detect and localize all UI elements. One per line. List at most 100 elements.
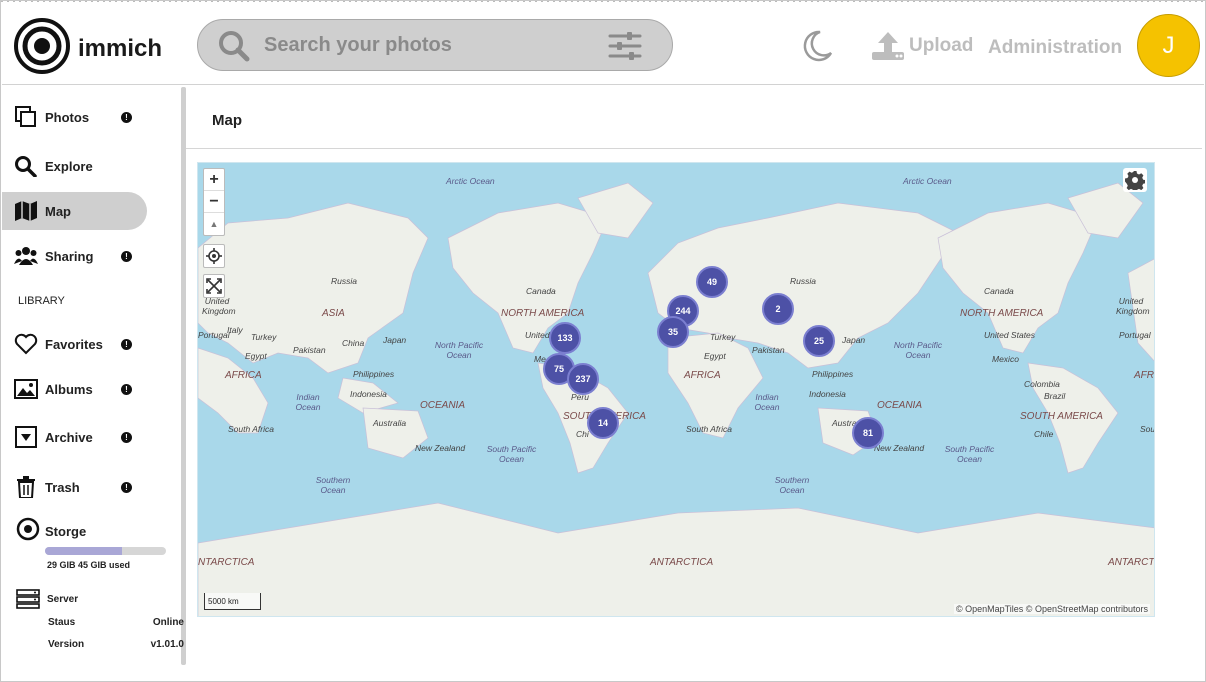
photos-icon [15,106,36,127]
sidebar-item-label: Favorites [45,336,103,352]
photo-cluster-marker[interactable]: 81 [852,417,884,449]
sidebar-item-photos[interactable]: Photos ! [2,98,147,136]
storage-usage-fill [45,547,123,555]
sidebar-item-label: Albums [45,381,93,397]
map-label: Southern Ocean [774,475,810,495]
map-settings-button[interactable] [1123,168,1147,192]
map-label: Canada [984,286,1014,296]
storage-label: Storge [45,524,87,539]
map-label: Turkey [710,332,736,342]
map-label: New Zealand [874,443,925,453]
search-input[interactable] [264,30,594,60]
map-label: Egypt [245,351,267,361]
photo-cluster-marker[interactable]: 133 [549,322,581,354]
photo-cluster-marker[interactable]: 49 [696,266,728,298]
map-label: North Pacific Ocean [434,340,484,360]
server-status-row: Staus Online [48,617,184,628]
map-label: South Africa [686,424,732,434]
sidebar: Photos ! Explore Map Sharing ! LIBRARY F… [2,87,186,677]
photo-cluster-marker[interactable]: 14 [587,407,619,439]
fullscreen-icon [206,278,222,294]
sidebar-item-trash[interactable]: Trash ! [2,468,147,506]
sidebar-item-favorites[interactable]: Favorites ! [2,325,147,363]
map-label: ANTARCTIC [1108,557,1155,568]
map-label: Chi [576,429,589,439]
compass-button[interactable]: ▲ [204,213,224,235]
map-label: United States [984,330,1036,340]
sidebar-item-albums[interactable]: Albums ! [2,370,147,408]
map-label: United Kingdom [1116,296,1150,316]
world-map[interactable]: Arctic Ocean Arctic Ocean Russia Russia … [197,162,1155,617]
map-label: Turkey [251,332,277,342]
photo-cluster-marker[interactable]: 25 [803,325,835,357]
server-version-value: v1.01.0 [150,639,184,650]
sidebar-item-archive[interactable]: Archive ! [2,418,147,456]
storage-usage-text: 29 GIB 45 GIB used [47,560,131,570]
map-label: Mexico [992,354,1019,364]
map-attribution[interactable]: © OpenMapTiles © OpenStreetMap contribut… [953,604,1150,614]
main-header: Map [186,86,1202,149]
geolocate-button[interactable] [203,244,225,268]
sidebar-item-label: Explore [45,158,93,174]
map-label: Russia [790,276,816,286]
map-label: Southern Ocean [315,475,351,495]
sidebar-item-map[interactable]: Map [2,192,147,230]
fullscreen-button[interactable] [203,274,225,298]
zoom-in-button[interactable]: + [204,169,224,191]
library-heading: LIBRARY [18,295,65,307]
alert-badge-icon: ! [121,481,132,493]
map-label: China [342,338,365,348]
sidebar-item-sharing[interactable]: Sharing ! [2,237,147,275]
map-navigation-control: + − ▲ [203,168,225,236]
map-label: NTARCTICA [198,557,255,568]
gear-icon [1125,171,1145,190]
photo-cluster-marker[interactable]: 35 [657,316,689,348]
search-filter-icon[interactable] [608,31,642,61]
map-label: North Pacific Ocean [893,340,943,360]
moon-icon[interactable] [800,29,834,63]
zoom-out-button[interactable]: − [204,191,224,213]
sidebar-item-label: Map [45,203,71,219]
sidebar-item-label: Sharing [45,248,94,264]
map-label: Indian Ocean [754,392,780,412]
map-label: AFRICA [684,370,721,381]
map-label: ANTARCTICA [650,557,714,568]
map-label: ASIA [322,308,345,319]
map-scale: 5000 km [204,593,261,610]
alert-badge-icon: ! [121,250,132,262]
page-title: Map [212,112,242,129]
photo-cluster-marker[interactable]: 237 [567,363,599,395]
map-label: Arctic Ocean [903,176,952,186]
map-label: South Pacific Ocean [944,444,995,464]
sidebar-item-label: Photos [45,109,90,125]
upload-label: Upload [909,35,974,56]
map-label: Russia [331,276,357,286]
alert-badge-icon: ! [121,383,132,395]
photo-cluster-marker[interactable]: 2 [762,293,794,325]
map-label: Colombia [1024,379,1060,389]
map-label: Philippines [353,369,395,379]
map-label: Sou [1140,424,1155,434]
server-version-label: Version [48,639,85,650]
image-icon [14,379,38,399]
server-label: Server [47,594,79,605]
search-bar[interactable] [197,19,673,71]
sidebar-scrollbar[interactable] [181,87,186,665]
map-label: South Africa [228,424,274,434]
server-status-value: Online [152,617,184,628]
map-label: New Zealand [415,443,466,453]
upload-button[interactable]: Upload [871,29,973,63]
map-label: OCEANIA [420,400,466,411]
map-label: OCEANIA [877,400,923,411]
map-label: Brazil [1044,391,1066,401]
map-label: Philippines [812,369,854,379]
map-label: Chile [1034,429,1054,439]
alert-badge-icon: ! [121,338,132,350]
map-label: Arctic Ocean [446,176,495,186]
immich-logo-icon[interactable] [14,18,70,74]
administration-link[interactable]: Administration [988,37,1122,59]
archive-icon [15,426,37,448]
user-avatar[interactable]: J [1137,14,1200,77]
map-label: Japan [383,335,407,345]
sidebar-item-explore[interactable]: Explore [2,147,147,185]
